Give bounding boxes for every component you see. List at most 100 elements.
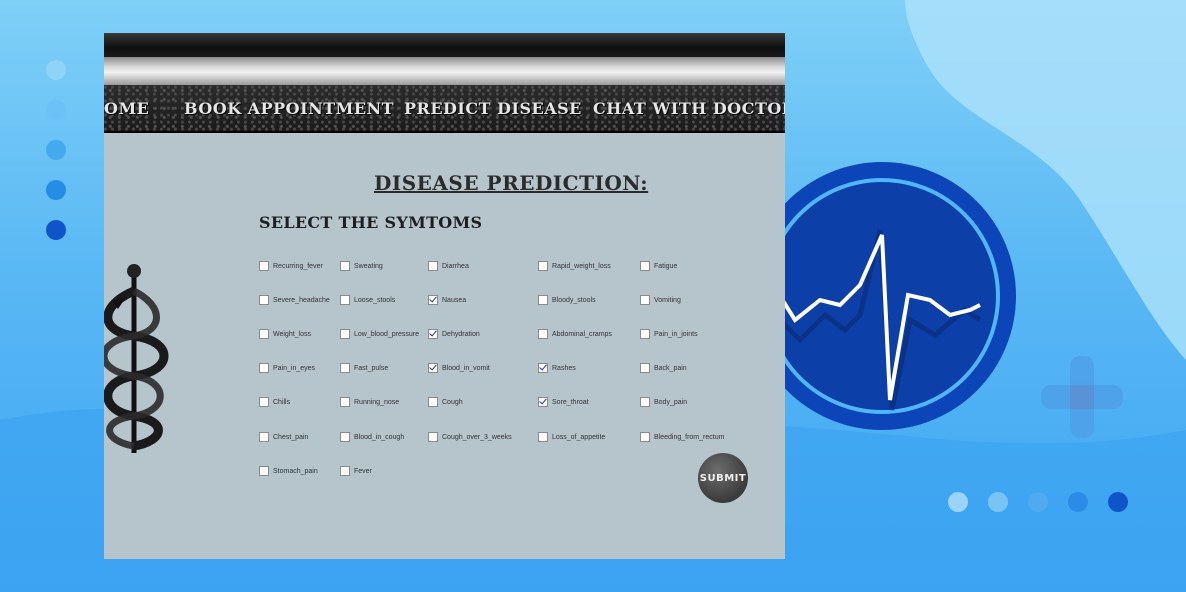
nav-predict-disease[interactable]: PREDICT DISEASE: [404, 99, 582, 118]
symptom-option[interactable]: Low_blood_pressure: [340, 329, 419, 339]
metal-band: [104, 57, 785, 85]
symptom-checkbox[interactable]: [259, 363, 269, 373]
symptom-checkbox[interactable]: [259, 432, 269, 442]
symptom-label: Severe_headache: [273, 296, 330, 304]
symptom-checkbox[interactable]: [428, 261, 438, 271]
symptom-option[interactable]: Fast_pulse: [340, 363, 388, 373]
symptom-label: Blood_in_vomit: [442, 364, 490, 372]
symptom-option[interactable]: Cough: [428, 397, 463, 407]
symptom-option[interactable]: Back_pain: [640, 363, 687, 373]
symptom-checkbox[interactable]: [340, 261, 350, 271]
heartbeat-icon: [748, 162, 1016, 430]
symptom-option[interactable]: Pain_in_eyes: [259, 363, 315, 373]
symptom-label: Nausea: [442, 296, 467, 304]
symptom-option[interactable]: Fever: [340, 466, 372, 476]
symptom-checkbox[interactable]: [259, 295, 269, 305]
symptom-option[interactable]: Blood_in_vomit: [428, 363, 490, 373]
symptom-checkbox[interactable]: [428, 397, 438, 407]
symptom-checkbox[interactable]: [340, 295, 350, 305]
submit-button[interactable]: SUBMIT: [698, 453, 748, 503]
symptom-option[interactable]: Diarrhea: [428, 261, 469, 271]
symptom-option[interactable]: Fatigue: [640, 261, 677, 271]
symptom-label: Loss_of_appetite: [552, 433, 606, 441]
symptom-label: Cough: [442, 398, 463, 406]
caduceus-icon: [104, 264, 169, 453]
symptom-checkbox[interactable]: [538, 295, 548, 305]
nav-home[interactable]: OME: [104, 99, 149, 118]
symptom-option[interactable]: Chills: [259, 397, 290, 407]
symptom-checkbox[interactable]: [538, 363, 548, 373]
symptom-label: Fast_pulse: [354, 364, 389, 372]
dot-row-icon: [948, 492, 1128, 512]
symptom-option[interactable]: Bleeding_from_rectum: [640, 432, 724, 442]
nav-book-appointment[interactable]: BOOK APPOINTMENT: [184, 99, 394, 118]
symptom-label: Back_pain: [654, 364, 687, 372]
nav-chat-with-doctors[interactable]: CHAT WITH DOCTORS: [593, 99, 785, 118]
symptom-label: Fatigue: [654, 262, 678, 270]
symptom-option[interactable]: Body_pain: [640, 397, 687, 407]
symptom-option[interactable]: Dehydration: [428, 329, 480, 339]
symptom-checkbox[interactable]: [538, 261, 548, 271]
symptom-checkbox[interactable]: [640, 363, 650, 373]
symptom-checkbox[interactable]: [538, 397, 548, 407]
symptom-option[interactable]: Rapid_weight_loss: [538, 261, 611, 271]
symptom-label: Stomach_pain: [273, 467, 318, 475]
symptom-checkbox[interactable]: [640, 261, 650, 271]
symptom-option[interactable]: Sweating: [340, 261, 383, 271]
symptom-label: Pain_in_joints: [654, 330, 698, 338]
symptom-label: Bleeding_from_rectum: [654, 433, 725, 441]
symptom-label: Chest_pain: [273, 433, 309, 441]
symptom-checkbox[interactable]: [428, 295, 438, 305]
symptom-label: Rashes: [552, 364, 576, 372]
top-bar: [104, 33, 785, 57]
symptom-label: Running_nose: [354, 398, 400, 406]
symptom-checkbox[interactable]: [538, 329, 548, 339]
plus-icon: [1041, 356, 1123, 438]
symptom-option[interactable]: Recurring_fever: [259, 261, 323, 271]
symptom-option[interactable]: Loose_stools: [340, 295, 395, 305]
symptom-option[interactable]: Weight_loss: [259, 329, 311, 339]
symptom-label: Weight_loss: [273, 330, 312, 338]
symptom-checkbox[interactable]: [640, 397, 650, 407]
symptom-checkbox[interactable]: [259, 397, 269, 407]
symptom-label: Bloody_stools: [552, 296, 596, 304]
nav-bar: OME BOOK APPOINTMENT PREDICT DISEASE CHA…: [104, 85, 785, 133]
symptom-option[interactable]: Blood_in_cough: [340, 432, 404, 442]
symptom-checkbox[interactable]: [340, 432, 350, 442]
symptom-label: Dehydration: [442, 330, 480, 338]
symptom-option[interactable]: Cough_over_3_weeks: [428, 432, 512, 442]
symptom-checkbox[interactable]: [259, 261, 269, 271]
symptom-checkbox[interactable]: [259, 329, 269, 339]
symptom-checkbox[interactable]: [340, 363, 350, 373]
symptom-checkbox[interactable]: [640, 329, 650, 339]
symptom-label: Abdominal_cramps: [552, 330, 612, 338]
symptom-option[interactable]: Rashes: [538, 363, 576, 373]
symptom-option[interactable]: Loss_of_appetite: [538, 432, 605, 442]
symptom-option[interactable]: Bloody_stools: [538, 295, 596, 305]
symptom-option[interactable]: Pain_in_joints: [640, 329, 698, 339]
symptom-checkbox[interactable]: [640, 295, 650, 305]
symptom-checkbox[interactable]: [428, 432, 438, 442]
symptom-checkbox[interactable]: [538, 432, 548, 442]
symptom-checkbox[interactable]: [259, 466, 269, 476]
symptom-option[interactable]: Running_nose: [340, 397, 399, 407]
symptom-option[interactable]: Chest_pain: [259, 432, 308, 442]
symptom-option[interactable]: Abdominal_cramps: [538, 329, 612, 339]
symptom-option[interactable]: Sore_throat: [538, 397, 589, 407]
symptom-option[interactable]: Stomach_pain: [259, 466, 318, 476]
symptom-label: Fever: [354, 467, 372, 475]
symptom-checkbox[interactable]: [640, 432, 650, 442]
symptom-checkbox[interactable]: [428, 329, 438, 339]
symptom-label: Vomiting: [654, 296, 681, 304]
dot-column-icon: [46, 60, 70, 260]
symptom-checkbox[interactable]: [340, 397, 350, 407]
symptom-label: Sore_throat: [552, 398, 589, 406]
symptom-label: Cough_over_3_weeks: [442, 433, 512, 441]
symptom-checkbox[interactable]: [340, 329, 350, 339]
symptom-checkbox[interactable]: [428, 363, 438, 373]
symptom-option[interactable]: Vomiting: [640, 295, 681, 305]
symptom-label: Body_pain: [654, 398, 688, 406]
symptom-checkbox[interactable]: [340, 466, 350, 476]
symptom-option[interactable]: Nausea: [428, 295, 466, 305]
symptom-option[interactable]: Severe_headache: [259, 295, 330, 305]
